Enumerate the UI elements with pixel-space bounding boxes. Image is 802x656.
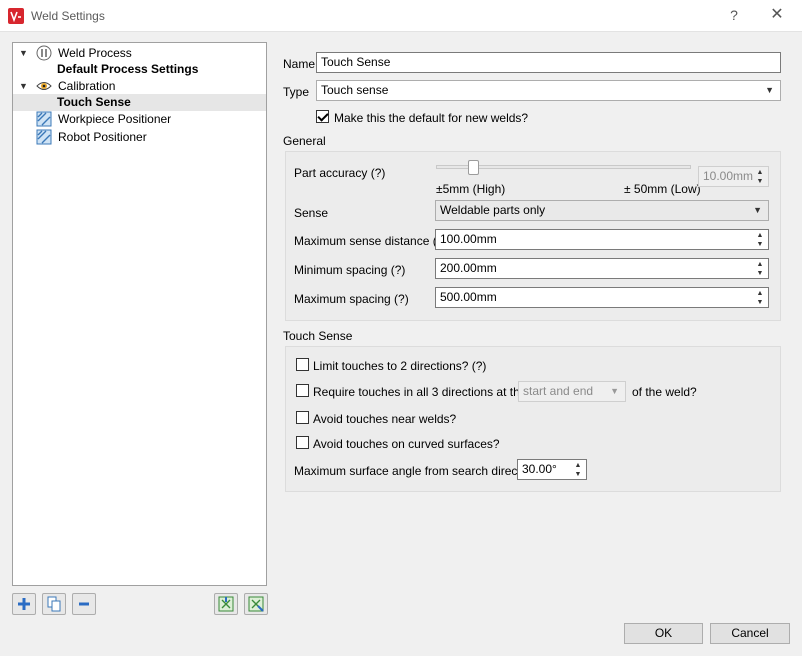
chevron-down-icon: ▼ (765, 85, 774, 95)
avoid-welds-label: Avoid touches near welds? (313, 412, 457, 426)
chevron-down-icon: ▼ (610, 386, 619, 396)
limit-touches-label: Limit touches to 2 directions? (?) (313, 359, 487, 373)
tree-item-calibration[interactable]: ▼ Calibration (13, 78, 266, 95)
expand-arrow-icon[interactable]: ▼ (19, 45, 28, 62)
spin-down-icon[interactable]: ▼ (754, 298, 766, 307)
tree-item-label: Touch Sense (57, 95, 131, 109)
spin-up-icon[interactable]: ▲ (572, 461, 584, 470)
type-select-value: Touch sense (321, 83, 389, 97)
max-angle-input[interactable]: 30.00° ▲ ▼ (517, 459, 587, 480)
spin-up-icon[interactable]: ▲ (754, 260, 766, 269)
min-spacing-label: Minimum spacing (?) (294, 263, 406, 277)
tree-item-weld-process[interactable]: ▼ Weld Process (13, 45, 266, 62)
tree-item-default-process-settings[interactable]: Default Process Settings (13, 61, 266, 78)
name-input[interactable]: Touch Sense (316, 52, 781, 73)
avoid-curved-checkbox[interactable] (296, 436, 309, 449)
accuracy-spinbox: 10.00mm ▲ ▼ (698, 166, 769, 187)
window-title: Weld Settings (31, 9, 105, 23)
tree-item-touch-sense[interactable]: Touch Sense (13, 94, 266, 111)
positioner-icon (36, 111, 52, 127)
spin-down-icon: ▼ (756, 178, 764, 185)
import-icon (218, 596, 234, 612)
export-button[interactable] (244, 593, 268, 615)
type-label: Type (283, 85, 310, 99)
expand-arrow-icon[interactable]: ▼ (19, 78, 28, 95)
tree-item-label: Calibration (58, 79, 116, 93)
require-touches-select-value: start and end (523, 384, 594, 398)
copy-icon (47, 596, 61, 612)
spin-up-icon[interactable]: ▲ (754, 231, 766, 240)
sense-select[interactable]: Weldable parts only ▼ (435, 200, 769, 221)
max-spacing-label: Maximum spacing (?) (294, 292, 409, 306)
require-touches-label: Require touches in all 3 directions at t… (313, 385, 527, 399)
part-accuracy-label: Part accuracy (?) (294, 166, 386, 180)
weld-process-icon (36, 45, 52, 61)
limit-touches-checkbox[interactable] (296, 358, 309, 371)
plus-icon (18, 598, 30, 610)
duplicate-button[interactable] (42, 593, 66, 615)
tree-item-robot-positioner[interactable]: Robot Positioner (13, 129, 266, 146)
min-spacing-value: 200.00mm (440, 261, 497, 275)
tree-item-label: Weld Process (58, 46, 132, 60)
chevron-down-icon: ▼ (753, 205, 762, 215)
settings-tree[interactable]: ▼ Weld Process Default Process Settings … (12, 42, 267, 586)
sense-label: Sense (294, 206, 329, 220)
max-spacing-input[interactable]: 500.00mm ▲ ▼ (435, 287, 769, 308)
add-button[interactable] (12, 593, 36, 615)
app-logo-icon (8, 8, 24, 24)
ok-button[interactable]: OK (624, 623, 703, 644)
max-sense-distance-label: Maximum sense distance (?) (294, 234, 448, 248)
close-button[interactable]: ✕ (764, 4, 790, 26)
avoid-curved-label: Avoid touches on curved surfaces? (313, 437, 500, 451)
general-group-title: General (283, 134, 326, 148)
require-touches-select: start and end ▼ (518, 381, 626, 402)
tree-item-label: Robot Positioner (58, 130, 147, 144)
spin-down-icon[interactable]: ▼ (754, 269, 766, 278)
name-label: Name (283, 57, 316, 71)
tree-item-label: Workpiece Positioner (58, 112, 172, 126)
export-icon (248, 596, 264, 612)
touch-sense-group-title: Touch Sense (283, 329, 353, 343)
default-checkbox[interactable] (316, 110, 329, 123)
max-angle-value: 30.00° (522, 462, 557, 476)
require-touches-suffix: of the weld? (632, 385, 697, 399)
require-touches-checkbox[interactable] (296, 384, 309, 397)
accuracy-min-label: ±5mm (High) (436, 182, 506, 196)
cancel-button[interactable]: Cancel (710, 623, 790, 644)
max-angle-label: Maximum surface angle from search direct… (294, 464, 537, 478)
max-sense-distance-input[interactable]: 100.00mm ▲ ▼ (435, 229, 769, 250)
min-spacing-input[interactable]: 200.00mm ▲ ▼ (435, 258, 769, 279)
default-checkbox-label: Make this the default for new welds? (334, 111, 529, 125)
avoid-welds-checkbox[interactable] (296, 411, 309, 424)
spin-up-icon: ▲ (756, 169, 764, 176)
help-button[interactable]: ? (722, 4, 746, 26)
remove-button[interactable] (72, 593, 96, 615)
type-select[interactable]: Touch sense ▼ (316, 80, 781, 101)
tree-item-label: Default Process Settings (57, 62, 199, 76)
minus-icon (79, 602, 89, 606)
positioner-icon (36, 129, 52, 145)
accuracy-value: 10.00mm (703, 169, 754, 183)
eye-icon (36, 82, 52, 90)
accuracy-slider-handle[interactable] (467, 160, 479, 175)
tree-item-workpiece-positioner[interactable]: Workpiece Positioner (13, 111, 266, 128)
accuracy-max-label: ± 50mm (Low) (624, 182, 701, 196)
spin-down-icon[interactable]: ▼ (572, 470, 584, 479)
spin-up-icon[interactable]: ▲ (754, 289, 766, 298)
sense-select-value: Weldable parts only (440, 203, 546, 217)
spin-down-icon[interactable]: ▼ (754, 240, 766, 249)
max-sense-distance-value: 100.00mm (440, 232, 497, 246)
import-button[interactable] (214, 593, 238, 615)
title-bar: Weld Settings ? ✕ (0, 0, 802, 32)
max-spacing-value: 500.00mm (440, 290, 497, 304)
